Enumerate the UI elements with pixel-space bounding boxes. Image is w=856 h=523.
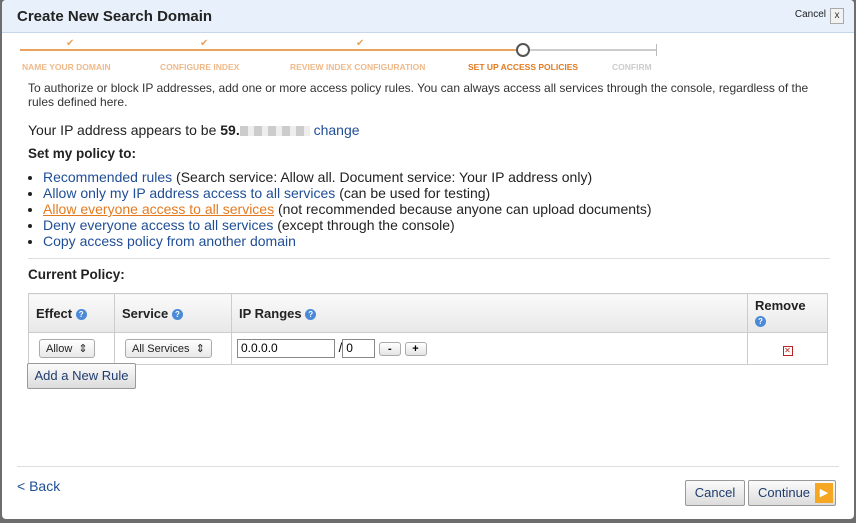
- progress-end-tick: [656, 44, 657, 56]
- create-search-domain-dialog: Create New Search Domain Cancel x ✔ ✔ ✔ …: [2, 0, 854, 519]
- policy-option: Recommended rules (Search service: Allow…: [43, 169, 652, 185]
- help-icon[interactable]: ?: [75, 308, 87, 320]
- current-step-circle-icon: [516, 43, 530, 57]
- effect-select[interactable]: Allow ⇕: [39, 339, 95, 358]
- dialog-header: Create New Search Domain Cancel x: [2, 0, 854, 33]
- policy-option-link[interactable]: Allow everyone access to all services: [43, 201, 274, 217]
- table-row: Allow ⇕ All Services ⇕ 0.0.0.0 /0 - + ✕: [28, 332, 828, 365]
- policy-option-note: (not recommended because anyone can uplo…: [274, 201, 652, 217]
- policy-option: Allow only my IP address access to all s…: [43, 185, 652, 201]
- remove-rule-icon[interactable]: ✕: [782, 346, 793, 356]
- progress-line-pending: [530, 49, 656, 51]
- help-icon[interactable]: ?: [755, 316, 766, 328]
- mask-input[interactable]: 0: [342, 339, 376, 358]
- step-label: NAME YOUR DOMAIN: [22, 62, 111, 72]
- dialog-title: Create New Search Domain: [17, 8, 213, 25]
- add-rule-button[interactable]: Add a New Rule: [27, 363, 136, 389]
- progress-line-complete: [20, 49, 516, 51]
- set-policy-heading: Set my policy to:: [28, 146, 137, 161]
- step-label-current: SET UP ACCESS POLICIES: [468, 62, 579, 72]
- policy-option-note: (Search service: Allow all. Document ser…: [172, 169, 593, 185]
- col-service: Service ?: [114, 293, 232, 333]
- help-icon[interactable]: ?: [171, 308, 183, 320]
- policy-option-link[interactable]: Recommended rules: [43, 169, 172, 185]
- intro-text: To authorize or block IP addresses, add …: [28, 81, 809, 109]
- step-label: CONFIGURE INDEX: [160, 62, 240, 72]
- col-effect: Effect ?: [28, 293, 115, 333]
- policy-option: Allow everyone access to all services (n…: [43, 201, 652, 217]
- check-icon: ✔: [66, 38, 75, 49]
- policy-option-link[interactable]: Deny everyone access to all services: [43, 217, 273, 233]
- arrow-right-icon: ▶: [815, 483, 833, 503]
- wizard-progress: ✔ ✔ ✔ NAME YOUR DOMAIN CONFIGURE INDEX R…: [20, 38, 660, 72]
- col-remove: Remove ?: [747, 293, 828, 333]
- header-cancel-link[interactable]: Cancel: [795, 9, 826, 20]
- check-icon: ✔: [356, 38, 365, 49]
- policy-option-note: (can be used for testing): [335, 185, 491, 201]
- help-icon[interactable]: ?: [305, 308, 317, 320]
- remove-range-button[interactable]: -: [378, 341, 401, 356]
- divider: [17, 466, 839, 467]
- divider: [28, 258, 830, 259]
- close-button[interactable]: x: [830, 8, 844, 24]
- service-select[interactable]: All Services ⇕: [125, 339, 212, 358]
- policy-option-link[interactable]: Allow only my IP address access to all s…: [43, 185, 335, 201]
- policy-option: Copy access policy from another domain: [43, 233, 652, 249]
- current-policy-heading: Current Policy:: [28, 267, 125, 282]
- col-ip-ranges: IP Ranges ?: [231, 293, 748, 333]
- policy-option: Deny everyone access to all services (ex…: [43, 217, 652, 233]
- add-range-button[interactable]: +: [404, 341, 427, 356]
- step-label: REVIEW INDEX CONFIGURATION: [290, 62, 426, 72]
- ip-input[interactable]: 0.0.0.0: [237, 339, 335, 358]
- redacted-ip: [239, 126, 310, 137]
- cancel-button[interactable]: Cancel: [685, 480, 745, 506]
- ip-label: Your IP address appears to be: [28, 122, 221, 138]
- policy-option-note: (except through the console): [273, 217, 455, 233]
- policy-options-list: Recommended rules (Search service: Allow…: [28, 169, 652, 249]
- change-ip-link[interactable]: change: [314, 122, 360, 138]
- policy-option-link[interactable]: Copy access policy from another domain: [43, 233, 296, 249]
- step-label: CONFIRM: [612, 62, 652, 72]
- policy-table: Effect ? Service ? IP Ranges ? Remove ? …: [28, 293, 828, 365]
- continue-button[interactable]: Continue ▶: [748, 480, 836, 506]
- ip-value: 59.: [220, 122, 240, 138]
- ip-address-line: Your IP address appears to be 59. change: [28, 122, 360, 138]
- back-link[interactable]: < Back: [17, 478, 60, 494]
- check-icon: ✔: [200, 38, 209, 49]
